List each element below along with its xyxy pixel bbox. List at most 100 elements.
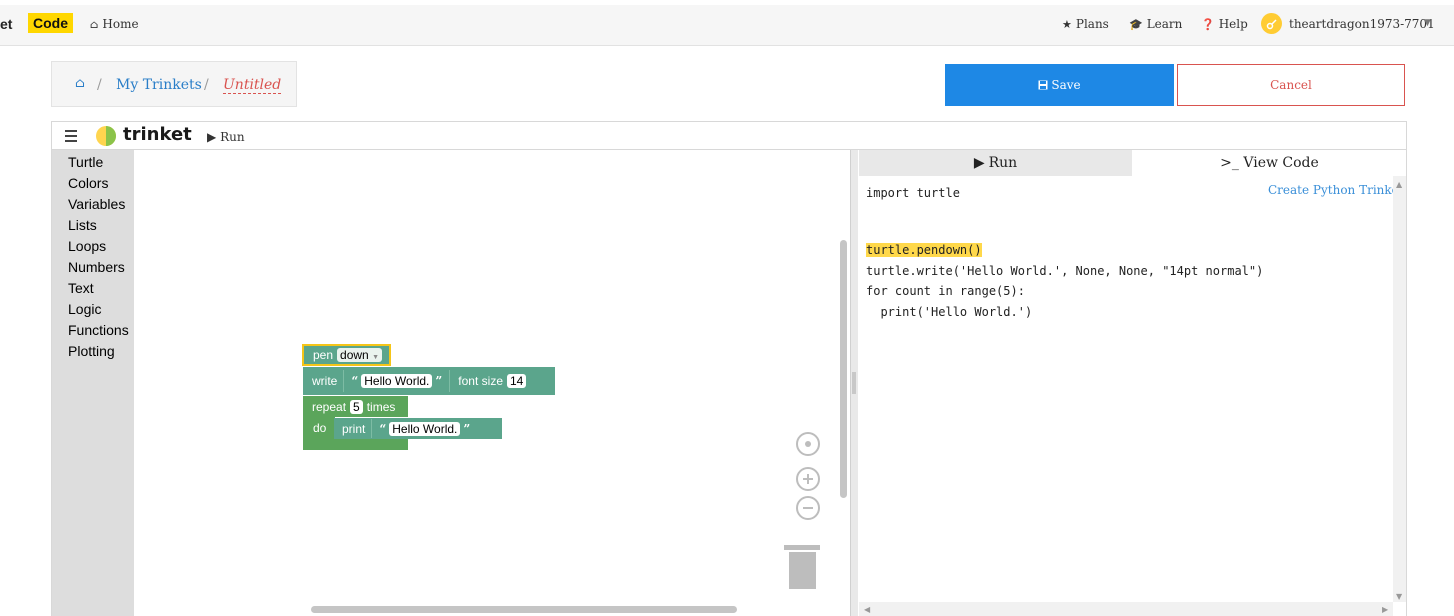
graduation-cap-icon: 🎓 [1129, 17, 1143, 31]
code-vertical-scrollbar[interactable] [1393, 176, 1406, 602]
breadcrumb-separator: / [97, 77, 102, 93]
home-icon: ⌂ [90, 17, 99, 31]
write-block[interactable]: write “ Hello World. ” font size 14 [303, 367, 555, 395]
breadcrumb-current-title[interactable]: Untitled [223, 77, 282, 94]
brand-prefix[interactable]: et [0, 16, 12, 32]
block-toolbox: Turtle Colors Variables Lists Loops Numb… [52, 150, 134, 616]
pen-state-dropdown[interactable]: down ▼ [337, 348, 382, 362]
code-line: import turtle [866, 186, 960, 200]
chevron-down-icon: ▼ [372, 354, 379, 361]
repeat-block[interactable]: repeat 5 times [303, 396, 408, 417]
home-icon[interactable]: ⌂ [75, 76, 85, 91]
menu-icon[interactable] [65, 130, 77, 145]
nav-learn-link[interactable]: 🎓 Learn [1129, 17, 1182, 31]
do-label: do [311, 417, 335, 439]
nav-home-label: Home [102, 17, 139, 31]
toolbox-category-functions[interactable]: Functions [68, 322, 129, 338]
write-text-value[interactable]: Hello World. [361, 374, 433, 388]
chevron-down-icon[interactable]: ▼ [1424, 18, 1431, 28]
create-python-trinket-link[interactable]: Create Python Trinket [1268, 183, 1404, 197]
toolbar-run-label: Run [220, 130, 245, 144]
pen-block-label: pen [313, 348, 334, 362]
open-quote-icon: “ [379, 421, 387, 436]
scroll-up-icon[interactable]: ▲ [1396, 180, 1402, 189]
print-block[interactable]: print “ Hello World. ” [334, 418, 502, 439]
toolbar-run-button[interactable]: ▶ Run [207, 130, 245, 144]
save-button[interactable]: Save [945, 64, 1174, 106]
nav-plans-link[interactable]: ★ Plans [1062, 17, 1109, 31]
toolbox-category-logic[interactable]: Logic [68, 301, 101, 317]
print-block-label: print [342, 421, 366, 436]
floppy-disk-icon [1038, 80, 1048, 90]
print-text-value[interactable]: Hello World. [389, 421, 461, 436]
toolbox-category-numbers[interactable]: Numbers [68, 259, 125, 275]
close-quote-icon: ” [435, 374, 443, 388]
write-text-input[interactable]: “ Hello World. ” [343, 370, 451, 392]
toolbox-category-loops[interactable]: Loops [68, 238, 106, 254]
workspace-vertical-scrollbar[interactable] [840, 240, 847, 498]
open-quote-icon: “ [351, 374, 359, 388]
breadcrumb-my-trinkets[interactable]: My Trinkets [116, 77, 202, 93]
brand-code-badge[interactable]: Code [28, 13, 73, 33]
user-avatar[interactable] [1261, 13, 1282, 34]
repeat-block-side [303, 417, 311, 439]
workspace-horizontal-scrollbar[interactable] [311, 606, 737, 613]
pen-block[interactable]: pen down ▼ [302, 344, 391, 366]
code-line: for count in range(5): [866, 284, 1025, 298]
play-icon: ▶ [973, 155, 985, 171]
save-label: Save [1051, 78, 1081, 92]
scroll-left-icon[interactable]: ◀ [864, 605, 870, 614]
font-size-value[interactable]: 14 [507, 374, 527, 388]
code-horizontal-scrollbar[interactable] [859, 602, 1393, 616]
pen-state-value: down [340, 348, 369, 362]
recenter-button[interactable] [796, 432, 820, 456]
trinket-logo-icon [96, 126, 116, 146]
font-size-label: font size [458, 374, 503, 388]
nav-help-label: Help [1218, 17, 1248, 31]
play-icon: ▶ [207, 130, 217, 144]
minus-icon [803, 507, 813, 509]
toolbox-category-turtle[interactable]: Turtle [68, 154, 103, 170]
toolbox-category-lists[interactable]: Lists [68, 217, 97, 233]
code-line-highlighted: turtle.pendown() [866, 243, 982, 257]
cancel-button[interactable]: Cancel [1177, 64, 1405, 106]
times-label: times [366, 399, 396, 414]
tab-run-label: Run [988, 155, 1018, 171]
write-block-label: write [312, 374, 338, 388]
print-text-input[interactable]: “ Hello World. ” [371, 419, 477, 438]
toolbox-category-variables[interactable]: Variables [68, 196, 125, 212]
toolbox-category-text[interactable]: Text [68, 280, 94, 296]
breadcrumb-separator: / [204, 77, 209, 93]
editor-toolbar [52, 122, 1406, 150]
code-view-pane [859, 177, 1393, 603]
user-menu[interactable]: theartdragon1973-7701 [1289, 17, 1435, 31]
tab-run[interactable]: ▶ Run [859, 150, 1132, 176]
trinket-logo-text: trinket [123, 124, 192, 145]
trash-icon[interactable] [784, 545, 820, 550]
tab-view-code[interactable]: >_ View Code [1133, 150, 1406, 176]
repeat-block-bottom [303, 439, 408, 450]
target-icon [805, 441, 811, 447]
scroll-right-icon[interactable]: ▶ [1382, 605, 1388, 614]
repeat-count-value[interactable]: 5 [350, 399, 363, 414]
plus-icon [803, 474, 813, 484]
code-line: print('Hello World.') [866, 305, 1033, 319]
star-icon: ★ [1062, 17, 1072, 31]
nav-learn-label: Learn [1146, 17, 1183, 31]
code-line: turtle.write('Hello World.', None, None,… [866, 264, 1264, 278]
nav-plans-label: Plans [1075, 17, 1109, 31]
nav-help-link[interactable]: ❓ Help [1201, 17, 1248, 31]
nav-home-link[interactable]: ⌂ Home [90, 17, 139, 31]
close-quote-icon: ” [463, 421, 471, 436]
toolbox-category-plotting[interactable]: Plotting [68, 343, 115, 359]
resize-handle[interactable] [852, 372, 856, 394]
zoom-out-button[interactable] [796, 496, 820, 520]
zoom-in-button[interactable] [796, 467, 820, 491]
user-name: theartdragon1973-7701 [1289, 17, 1435, 31]
repeat-block-label: repeat [312, 399, 347, 414]
toolbox-category-colors[interactable]: Colors [68, 175, 108, 191]
key-icon [1266, 18, 1277, 29]
trash-can-body[interactable] [789, 552, 816, 589]
question-circle-icon: ❓ [1201, 17, 1215, 31]
scroll-down-icon[interactable]: ▼ [1396, 592, 1402, 601]
